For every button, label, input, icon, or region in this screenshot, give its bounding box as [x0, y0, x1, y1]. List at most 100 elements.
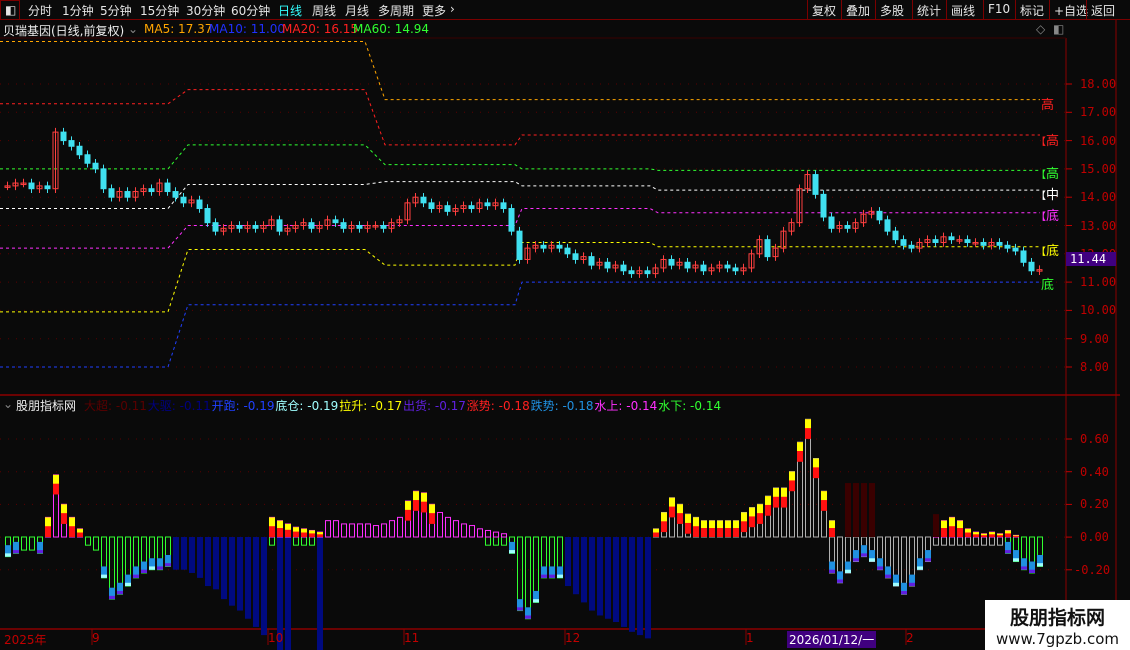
candle-body — [884, 219, 891, 232]
indicator-bar-pos — [461, 523, 467, 538]
indicator-tick-label: 0.00 — [1080, 530, 1109, 545]
indicator-bar-base — [925, 558, 931, 562]
candle-body — [628, 270, 635, 275]
price-tick-label: 16.00 — [1080, 133, 1117, 148]
indicator-bar-base — [109, 595, 115, 600]
indicator-bar-base — [885, 574, 891, 578]
indicator-bar-pos — [397, 516, 403, 538]
bracket-icon: 【 — [1036, 137, 1046, 148]
indicator-bar-navy — [637, 537, 643, 636]
band-label-text: 中 — [1046, 188, 1060, 203]
band-label-text: 底 — [1041, 278, 1055, 293]
indicator-tick-label: 0.60 — [1080, 432, 1109, 446]
price-tick-label: 18.00 — [1080, 77, 1117, 91]
indicator-bar-water — [21, 536, 27, 551]
indicator-bar-water — [501, 536, 507, 546]
candle-body — [620, 264, 627, 272]
indicator-legend-item: 涨势: -0.18 — [466, 399, 530, 413]
candle-body — [124, 191, 131, 198]
indicator-bar-pull — [989, 532, 995, 535]
indicator-bar-pull — [765, 496, 771, 505]
indicator-bar-navy — [237, 537, 243, 611]
indicator-bar-water — [949, 536, 955, 546]
indicator-bar-pull — [821, 491, 827, 501]
candle-body — [60, 131, 67, 142]
indicator-bar-water — [309, 536, 315, 546]
candle-body — [1028, 261, 1035, 272]
indicator-bar-navy — [173, 537, 179, 570]
candle-body — [668, 258, 675, 266]
indicator-bar-pull — [693, 517, 699, 527]
price-tick-label: 15.00 — [1080, 161, 1117, 176]
indicator-bar-base — [149, 566, 155, 570]
indicator-bar-navy — [621, 537, 627, 627]
candle-body — [1020, 250, 1027, 263]
date-tick-label: 2026/01/12/一 — [787, 631, 877, 648]
indicator-bar-base — [1013, 558, 1019, 562]
candle-body — [180, 196, 187, 204]
indicator-bar-pull — [749, 507, 755, 517]
indicator-bar-pull — [429, 504, 435, 514]
watermark-name: 股朋指标网 — [1009, 607, 1105, 629]
chart-canvas[interactable] — [0, 0, 1130, 650]
indicator-bar-water — [525, 536, 531, 620]
indicator-bar-pull — [45, 517, 51, 527]
indicator-bar-pull — [421, 492, 427, 502]
watermark: 股朋指标网 www.7gpzb.com — [985, 600, 1130, 650]
bracket-icon: 【 — [1036, 247, 1046, 258]
indicator-bar-base — [117, 590, 123, 595]
indicator-bar-pull — [61, 504, 67, 514]
indicator-bar-pull — [733, 520, 739, 529]
indicator-bar-pull — [965, 528, 971, 533]
band-label: 【底 — [1036, 205, 1059, 224]
indicator-bar-water — [269, 536, 275, 546]
indicator-bar-base — [869, 558, 875, 562]
candle-body — [148, 188, 155, 193]
indicator-bar-water — [997, 536, 1003, 546]
candle-body — [820, 193, 827, 218]
indicator-bar-base — [557, 574, 563, 578]
candle-body — [276, 219, 283, 232]
indicator-bar-water — [981, 536, 987, 546]
indicator-tick-label: 0.20 — [1080, 497, 1109, 512]
indicator-bar-pull — [413, 491, 419, 501]
indicator-bar-navy — [245, 537, 251, 619]
band-label: 【高 — [1036, 163, 1059, 182]
candle-body — [1012, 247, 1019, 252]
indicator-legend-item: 开跑: -0.19 — [211, 399, 275, 413]
date-tick-label: 2025年 — [4, 633, 47, 647]
candle-body — [572, 253, 579, 260]
indicator-bar-water — [93, 536, 99, 551]
indicator-bar-pos — [437, 511, 443, 538]
band-label: 【底 — [1036, 240, 1059, 259]
indicator-bar-pos — [365, 523, 371, 538]
indicator-bar-pull — [269, 517, 275, 527]
band-label: 底 — [1041, 274, 1054, 293]
watermark-url: www.7gpzb.com — [996, 630, 1119, 648]
candle-body — [892, 230, 899, 241]
candle-body — [812, 174, 819, 195]
indicator-bar-pull — [829, 520, 835, 529]
indicator-bar-navy — [573, 537, 579, 595]
candle-body — [204, 208, 211, 224]
band-label-text: 高 — [1046, 134, 1060, 149]
candle-body — [900, 239, 907, 246]
indicator-bar-pull — [653, 528, 659, 533]
indicator-bar-base — [141, 569, 147, 573]
indicator-bar-pull — [725, 520, 731, 529]
indicator-bar-base — [509, 550, 515, 554]
candle-body — [732, 267, 739, 272]
chevron-down-icon[interactable]: ⌄ — [3, 397, 13, 411]
indicator-bar-base — [1029, 569, 1035, 573]
indicator-bar-water — [989, 536, 995, 546]
candle-body — [164, 182, 171, 193]
indicator-bar-pull — [669, 497, 675, 507]
indicator-bar-pull — [973, 532, 979, 535]
candle-body — [500, 202, 507, 210]
indicator-legend-item: 出货: -0.17 — [403, 399, 466, 413]
indicator-legend-item: 水上: -0.14 — [594, 399, 658, 413]
candle-body — [68, 140, 75, 147]
candle-body — [508, 208, 515, 232]
band-label: 【中 — [1036, 184, 1059, 203]
indicator-legend-item: 底仓: -0.19 — [275, 399, 339, 413]
